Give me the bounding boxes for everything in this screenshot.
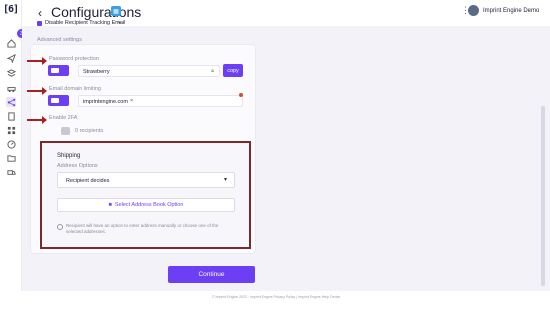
select-address-book-button[interactable]: ■ Select Address Book Option [57, 198, 235, 212]
password-value: Strawberry [83, 69, 110, 75]
status-dot [239, 93, 243, 97]
password-protection-toggle[interactable] [48, 65, 69, 76]
chevron-down-icon: ▾ [223, 177, 227, 183]
remove-chip-icon[interactable]: × [130, 98, 133, 104]
calendar-icon[interactable]: ▦ [111, 6, 121, 16]
continue-button[interactable]: Continue [168, 266, 255, 283]
enable-2fa-toggle[interactable] [61, 127, 70, 135]
email-domain-toggle[interactable] [48, 95, 69, 106]
truck-icon[interactable] [6, 167, 16, 177]
campaign-icon[interactable] [6, 97, 16, 107]
sidebar: [6] 3 [0, 0, 26, 309]
advanced-settings-label: Advanced settings [37, 37, 82, 43]
footer-text: © Imprint Engine 2023 · Imprint Engine P… [212, 295, 341, 299]
email-domain-limiting-label: Email domain limiting [49, 86, 101, 92]
gauge-icon[interactable] [6, 139, 16, 149]
clipboard-icon[interactable] [6, 111, 16, 121]
back-button[interactable]: ‹ [38, 6, 42, 20]
lock-icon: 🔒︎ [211, 68, 214, 74]
footer: © Imprint Engine 2023 · Imprint Engine P… [0, 291, 550, 309]
select-address-book-label: Select Address Book Option [114, 202, 184, 208]
shipping-note: Recipient will have an option to enter a… [66, 223, 219, 234]
stack-icon[interactable] [6, 68, 16, 78]
app-logo: [6] [3, 4, 19, 15]
recipients-count: 0 recipients [75, 128, 104, 134]
send-icon[interactable] [6, 53, 16, 63]
selected-option: Recipient decides [66, 178, 110, 184]
car-icon[interactable] [6, 83, 16, 93]
annotation-arrow [27, 116, 47, 124]
address-options-label: Address Options [57, 163, 98, 169]
shipping-title: Shipping [57, 153, 81, 159]
book-icon: ■ [108, 202, 112, 208]
annotation-arrow [27, 57, 47, 65]
info-icon [57, 224, 63, 230]
domain-chip[interactable]: imprintengine.com [83, 99, 128, 105]
password-field[interactable]: Strawberry 🔒︎ [78, 65, 220, 77]
copy-button[interactable]: copy [223, 64, 243, 77]
disable-tracking-label: Disable Recipient Tracking Email [45, 20, 126, 26]
page-title: Configurations [51, 4, 142, 20]
user-name[interactable]: Imprint Engine Demo [483, 8, 539, 14]
avatar[interactable] [468, 5, 479, 16]
folder-icon[interactable] [6, 153, 16, 163]
password-protection-label: Password protection [49, 56, 99, 62]
annotation-arrow [27, 87, 47, 95]
domain-input[interactable]: imprintengine.com × [78, 95, 243, 107]
scrollbar[interactable] [541, 106, 545, 286]
info-icon: ● [118, 20, 122, 26]
enable-2fa-label: Enable 2FA [49, 115, 78, 121]
address-options-select[interactable]: Recipient decides ▾ [57, 172, 235, 188]
disable-tracking-checkbox[interactable] [37, 21, 42, 26]
grid-icon[interactable] [6, 125, 16, 135]
home-icon[interactable] [6, 38, 16, 48]
